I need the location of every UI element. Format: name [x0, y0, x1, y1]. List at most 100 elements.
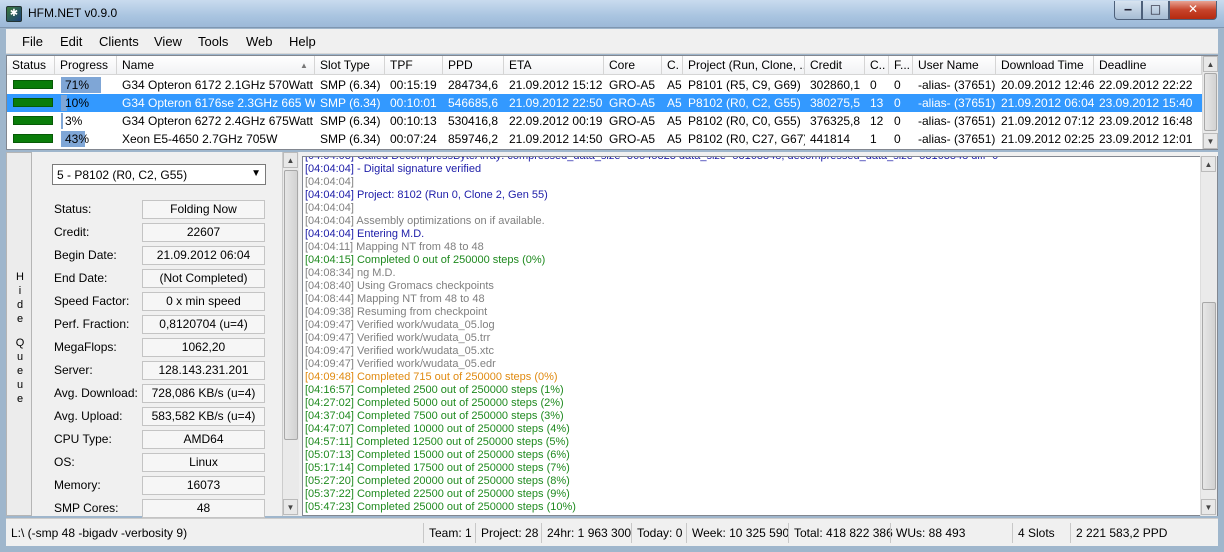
col-progress[interactable]: Progress	[55, 56, 117, 75]
queue-field-value: Folding Now	[142, 200, 265, 219]
menu-file[interactable]: File	[22, 34, 43, 49]
queue-field-value: 0 x min speed	[142, 292, 265, 311]
queue-field-label: Begin Date:	[54, 248, 117, 262]
cell-core: GRO-A5	[609, 114, 656, 128]
status-wus: WUs: 88 493	[890, 523, 980, 543]
cell-tpf: 00:10:13	[390, 114, 437, 128]
hide-queue-letter: i	[18, 285, 22, 297]
cell-c2: 0	[870, 78, 877, 92]
hide-queue-letter: u	[16, 379, 24, 391]
scroll-down-icon[interactable]: ▼	[283, 499, 298, 515]
table-row[interactable]: 10% G34 Opteron 6176se 2.3GHz 665 Watt SMP…	[7, 94, 1202, 112]
window-title: HFM.NET v0.9.0	[28, 6, 118, 20]
col-ppd[interactable]: PPD	[443, 56, 504, 75]
queue-field-value: 728,086 KB/s (u=4)	[142, 384, 265, 403]
cell-core: GRO-A5	[609, 132, 656, 146]
log-scrollbar[interactable]: ▲ ▼	[1200, 156, 1217, 516]
log-line: [04:16:57] Completed 2500 out of 250000 …	[305, 384, 564, 396]
scroll-down-icon[interactable]: ▼	[1203, 133, 1218, 149]
col-c2[interactable]: C..	[865, 56, 889, 75]
log-line: [04:04:04] - Digital signature verified	[305, 163, 482, 175]
log-line: [05:17:14] Completed 17500 out of 250000…	[305, 462, 570, 474]
progress-text: 3%	[65, 114, 83, 128]
cell-name: Xeon E5-4650 2.7GHz 705W	[122, 132, 278, 146]
menu-web[interactable]: Web	[246, 34, 273, 49]
cell-user: -alias- (37651)	[918, 96, 996, 110]
status-indicator	[13, 98, 53, 107]
status-24hr: 24hr: 1 963 300	[541, 523, 631, 543]
col-deadline[interactable]: Deadline	[1094, 56, 1202, 75]
table-row[interactable]: 43% Xeon E5-4650 2.7GHz 705W SMP (6.34) 00:…	[7, 130, 1202, 148]
queue-scrollbar[interactable]: ▲ ▼	[282, 152, 299, 516]
menu-tools[interactable]: Tools	[198, 34, 228, 49]
cell-eta: 22.09.2012 00:19	[509, 114, 603, 128]
menu-edit[interactable]: Edit	[60, 34, 82, 49]
status-ppd: 2 221 583,2 PPD	[1070, 523, 1210, 543]
col-core[interactable]: Core	[604, 56, 662, 75]
scroll-down-icon[interactable]: ▼	[1201, 499, 1216, 515]
cell-slot: SMP (6.34)	[320, 96, 381, 110]
cell-ppd: 530416,8	[448, 114, 499, 128]
hide-queue-button[interactable]: HideQueue	[6, 152, 32, 516]
log-line: [04:09:48] Completed 715 out of 250000 s…	[305, 371, 558, 383]
hide-queue-letter: e	[16, 365, 24, 377]
col-credit[interactable]: Credit	[805, 56, 865, 75]
queue-field-value: 128.143.231.201	[142, 361, 265, 380]
col-c[interactable]: C.	[662, 56, 683, 75]
table-row[interactable]: 71% G34 Opteron 6172 2.1GHz 570Watt SMP (6…	[7, 76, 1202, 94]
queue-field-value: (Not Completed)	[142, 269, 265, 288]
hide-queue-letter: e	[16, 313, 24, 325]
queue-field-label: Memory:	[54, 478, 101, 492]
status-bar: L:\ (-smp 48 -bigadv -verbosity 9) Team:…	[6, 518, 1218, 546]
cell-name: G34 Opteron 6176se 2.3GHz 665 Watt	[122, 96, 315, 110]
menu-clients[interactable]: Clients	[99, 34, 139, 49]
log-line: [04:04:04]	[305, 202, 354, 214]
menu-help[interactable]: Help	[289, 34, 316, 49]
app-icon: ✱	[6, 6, 22, 22]
maximize-button[interactable]: □	[1142, 1, 1169, 20]
col-tpf[interactable]: TPF	[385, 56, 443, 75]
cell-deadline: 22.09.2012 22:22	[1099, 78, 1193, 92]
queue-field-value: 22607	[142, 223, 265, 242]
title-bar[interactable]: ✱ HFM.NET v0.9.0 ‒ □ ✕	[0, 0, 1224, 28]
scroll-thumb[interactable]	[1204, 73, 1217, 131]
scroll-thumb[interactable]	[284, 170, 298, 440]
queue-field-value: 1062,20	[142, 338, 265, 357]
table-row[interactable]: 3% G34 Opteron 6272 2.4GHz 675Watt SMP (6.…	[7, 112, 1202, 130]
cell-c: A5	[667, 132, 682, 146]
col-user-name[interactable]: User Name	[913, 56, 996, 75]
grid-scrollbar[interactable]: ▲ ▼	[1202, 56, 1218, 149]
cell-ppd: 859746,2	[448, 132, 499, 146]
log-line: [05:27:20] Completed 20000 out of 250000…	[305, 475, 570, 487]
scroll-thumb[interactable]	[1202, 302, 1216, 490]
close-button[interactable]: ✕	[1169, 1, 1217, 20]
log-lines: [04:04:03] Called DecompressByteArray: c…	[303, 157, 1203, 515]
queue-field-value: 16073	[142, 476, 265, 495]
col-download-time[interactable]: Download Time	[996, 56, 1094, 75]
cell-credit: 380275,5	[810, 96, 861, 110]
queue-field-label: Avg. Upload:	[54, 409, 123, 423]
scroll-up-icon[interactable]: ▲	[1203, 56, 1218, 72]
col-eta[interactable]: ETA	[504, 56, 604, 75]
status-slots: 4 Slots	[1012, 523, 1068, 543]
scroll-up-icon[interactable]: ▲	[1201, 156, 1216, 172]
scroll-up-icon[interactable]: ▲	[283, 152, 298, 168]
hide-queue-letter: e	[16, 393, 24, 405]
log-viewer[interactable]: [04:04:03] Called DecompressByteArray: c…	[302, 156, 1218, 516]
sort-up-icon: ▲	[300, 61, 308, 70]
col-name[interactable]: Name	[117, 56, 315, 75]
col-slot-type[interactable]: Slot Type	[315, 56, 385, 75]
cell-f: 0	[894, 114, 901, 128]
cell-download: 20.09.2012 12:46	[1001, 78, 1094, 92]
col-status[interactable]: Status	[7, 56, 55, 75]
cell-f: 0	[894, 132, 901, 146]
queue-field-label: Speed Factor:	[54, 294, 130, 308]
minimize-button[interactable]: ‒	[1114, 1, 1142, 20]
cell-core: GRO-A5	[609, 78, 656, 92]
col-project[interactable]: Project (Run, Clone, ...	[683, 56, 805, 75]
clients-grid[interactable]: Status Progress Name ▲ Slot Type TPF PPD…	[6, 55, 1218, 150]
col-f[interactable]: F...	[889, 56, 913, 75]
status-team: Team: 1	[423, 523, 473, 543]
cell-name: G34 Opteron 6172 2.1GHz 570Watt	[122, 78, 313, 92]
menu-view[interactable]: View	[154, 34, 182, 49]
